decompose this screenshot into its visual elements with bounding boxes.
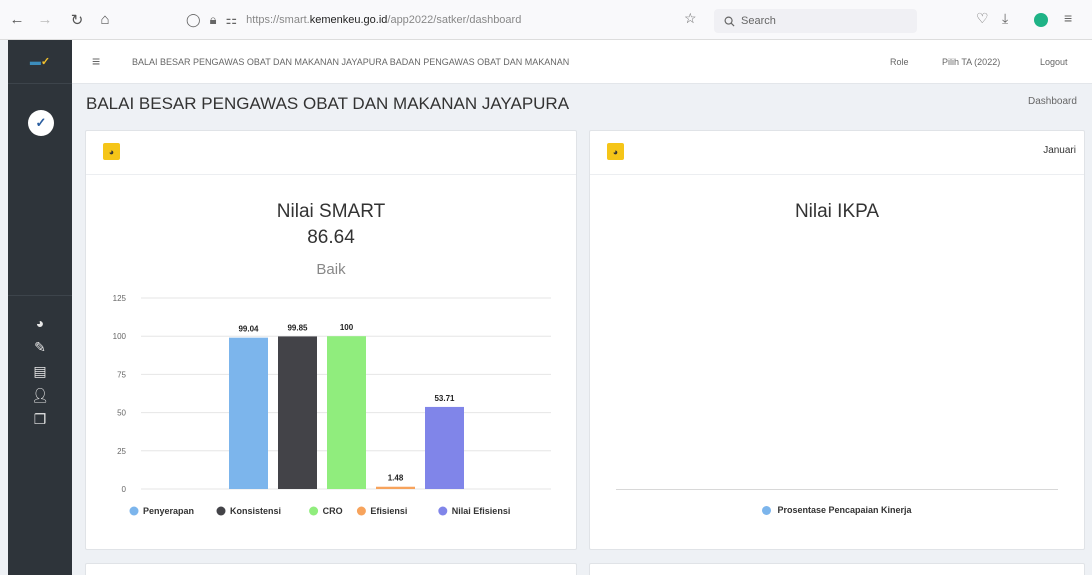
- ikpa-title: Nilai IKPA: [794, 201, 880, 222]
- ikpa-legend-swatch: [762, 505, 772, 515]
- browser-search-input[interactable]: Search: [714, 9, 917, 33]
- app-logo[interactable]: ▬✓: [8, 40, 72, 84]
- menu-icon[interactable]: ≡: [1064, 10, 1072, 26]
- app-header: ≡ BALAI BESAR PENGAWAS OBAT DAN MAKANAN …: [72, 40, 1092, 84]
- legend-swatch: [216, 506, 226, 516]
- legend-label: Penyerapan: [143, 506, 194, 516]
- shield-icon: ◯: [186, 12, 201, 27]
- chart-pie-icon: ◕: [607, 143, 624, 160]
- dashboard-icon[interactable]: ◕: [8, 312, 72, 334]
- y-tick-label: 100: [113, 332, 127, 341]
- legend-swatch: [438, 506, 448, 516]
- url-host-prefix: https://smart.: [246, 14, 310, 26]
- logo-mark: ▬✓: [29, 56, 51, 68]
- select-ta-link[interactable]: Pilih TA (2022): [942, 57, 1000, 67]
- y-tick-label: 0: [122, 485, 127, 494]
- data-label: 99.04: [238, 325, 259, 334]
- home-icon[interactable]: ⌂: [94, 9, 116, 31]
- smart-value: 86.64: [307, 227, 355, 248]
- legend-label: CRO: [323, 506, 343, 516]
- ikpa-legend-label: Prosentase Pencapaian Kinerja: [777, 505, 912, 515]
- smart-grade: Baik: [316, 261, 346, 278]
- reload-icon[interactable]: ↻: [66, 9, 88, 31]
- sidebar-divider: [8, 295, 72, 296]
- legend-label: Konsistensi: [230, 506, 281, 516]
- legend-swatch: [129, 506, 139, 516]
- role-link[interactable]: Role: [890, 57, 909, 67]
- forward-icon[interactable]: →: [34, 9, 56, 31]
- search-placeholder: Search: [741, 15, 776, 27]
- ikpa-card-header: ◕ Januari: [590, 131, 1084, 175]
- ikpa-legend[interactable]: Prosentase Pencapaian Kinerja: [590, 505, 1084, 515]
- user-icon[interactable]: 👤︎: [8, 384, 72, 406]
- logout-link[interactable]: Logout: [1040, 57, 1068, 67]
- legend-swatch: [309, 506, 319, 516]
- smart-bar-chart: 0 25 50 75 100 125 99.04 99.85 100 1.48 53.71 Penye…: [113, 294, 551, 516]
- bottom-card-right: [589, 563, 1085, 575]
- smart-title: Nilai SMART: [276, 201, 386, 222]
- data-label: 53.71: [434, 394, 455, 403]
- bar: [327, 336, 366, 489]
- header-title: BALAI BESAR PENGAWAS OBAT DAN MAKANAN JA…: [132, 57, 570, 67]
- book-icon[interactable]: ▤: [8, 360, 72, 382]
- user-avatar[interactable]: ✓: [28, 110, 54, 136]
- smart-card: ◕ Nilai SMART 86.64 Baik 0 25 50 75 100 125 99…: [85, 130, 577, 550]
- data-label: 99.85: [287, 323, 308, 332]
- chart-pie-icon: ◕: [103, 143, 120, 160]
- lock-icon: 🔒︎: [209, 12, 217, 27]
- documents-icon[interactable]: ❐: [8, 408, 72, 430]
- permissions-icon: ⚏: [225, 12, 238, 27]
- browser-toolbar: ← → ↻ ⌂ ◯ 🔒︎ ⚏ https://smart. kemenkeu.go…: [0, 0, 1092, 40]
- pocket-icon[interactable]: ♡: [976, 10, 989, 27]
- page-title: BALAI BESAR PENGAWAS OBAT DAN MAKANAN JA…: [86, 94, 570, 113]
- bar: [278, 336, 317, 489]
- ikpa-axis-line: [616, 489, 1058, 490]
- y-tick-label: 50: [117, 409, 126, 418]
- data-label: 100: [340, 323, 354, 332]
- bar: [425, 406, 464, 489]
- legend-swatch: [356, 506, 366, 516]
- y-tick-label: 75: [117, 370, 126, 379]
- legend-label: Efisiensi: [370, 506, 407, 516]
- breadcrumb[interactable]: Dashboard: [1028, 96, 1077, 107]
- back-icon[interactable]: ←: [6, 9, 28, 31]
- y-tick-label: 25: [117, 447, 126, 456]
- hamburger-menu-icon[interactable]: ≡: [92, 53, 100, 69]
- bar: [229, 337, 268, 489]
- url-host: kemenkeu.go.id: [309, 14, 388, 26]
- edit-icon[interactable]: ✎: [8, 336, 72, 358]
- y-tick-label: 125: [113, 294, 127, 303]
- extension-icon[interactable]: [1034, 13, 1048, 27]
- data-label: 1.48: [388, 474, 404, 483]
- url-path: /app2022/satker/dashboard: [387, 14, 522, 26]
- url-bar[interactable]: ◯ 🔒︎ ⚏ https://smart. kemenkeu.go.id/app2…: [186, 8, 706, 32]
- smart-card-header: ◕: [86, 131, 576, 175]
- bottom-card-left: [85, 563, 577, 575]
- bookmark-star-icon[interactable]: ☆: [684, 10, 697, 27]
- bar: [376, 486, 415, 489]
- sidebar: ▬✓ ✓ ◕ ✎ ▤ 👤︎ ❐: [8, 40, 72, 575]
- legend-label: Nilai Efisiensi: [452, 506, 511, 516]
- ikpa-card: ◕ Januari Nilai IKPA Prosentase Pencapai…: [589, 130, 1085, 550]
- month-label[interactable]: Januari: [1043, 145, 1076, 156]
- search-icon: [724, 16, 735, 27]
- download-icon[interactable]: ⤓: [1002, 10, 1008, 27]
